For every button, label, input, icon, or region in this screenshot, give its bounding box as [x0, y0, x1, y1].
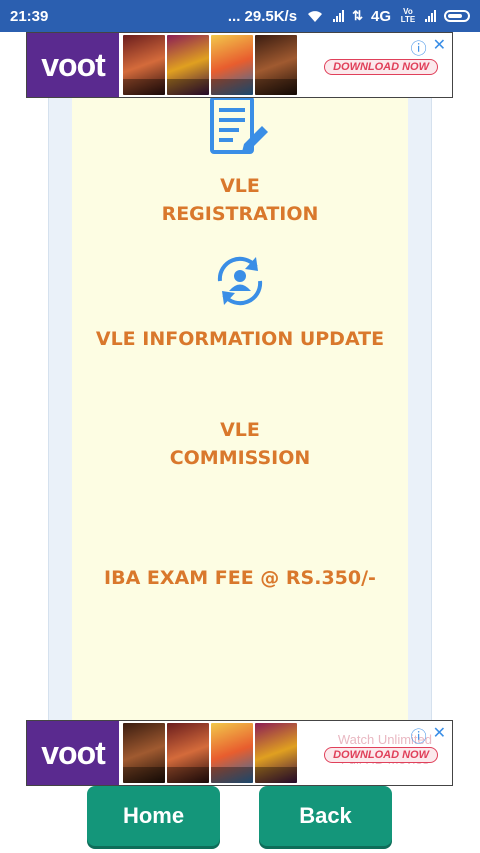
top-ad-banner[interactable]: voot ⓘ ✕ DOWNLOAD NOW [26, 32, 453, 98]
signal-icon [333, 10, 345, 22]
ad-close-icon[interactable]: ✕ [433, 35, 446, 59]
volte-icon: Vo LTE [400, 7, 416, 24]
ad-info-icon[interactable]: ⓘ [411, 35, 427, 59]
network-speed: ... 29.5K/s [227, 7, 298, 25]
back-button[interactable]: Back [259, 786, 392, 846]
ad-poster [123, 723, 165, 783]
ad-poster [167, 723, 209, 783]
ad-info-icon[interactable]: ⓘ [411, 723, 427, 747]
signal-icon-2 [425, 10, 436, 22]
ad-download-button[interactable]: DOWNLOAD NOW [324, 59, 438, 75]
ad-download-button[interactable]: DOWNLOAD NOW [324, 747, 438, 763]
ad-poster [255, 723, 297, 783]
ad-controls: ⓘ ✕ [411, 723, 446, 747]
vle-information-update-link[interactable]: VLE INFORMATION UPDATE [72, 325, 408, 353]
ad-poster [211, 723, 253, 783]
wifi-icon [308, 11, 323, 22]
iba-exam-fee-link[interactable]: IBA EXAM FEE @ RS.350/- [72, 564, 408, 592]
registration-line-1: VLE [220, 175, 260, 197]
ad-download-label: DOWNLOAD NOW [333, 749, 429, 761]
ad-poster [123, 35, 165, 95]
ad-posters [119, 722, 297, 784]
status-icons: ... 29.5K/s ⇅ 4G Vo LTE [228, 8, 470, 25]
vle-commission-link[interactable]: VLE COMMISSION [72, 416, 408, 472]
network-type: 4G [370, 7, 391, 25]
bottom-ad-banner[interactable]: voot Watch Unlimited Full HD Movies ⓘ ✕ … [26, 720, 453, 786]
vle-registration-link[interactable]: VLE REGISTRATION [72, 172, 408, 228]
ad-controls: ⓘ ✕ [411, 35, 446, 59]
status-time: 21:39 [10, 7, 49, 25]
home-button[interactable]: Home [87, 786, 220, 846]
ad-posters [119, 34, 297, 96]
registration-line-2: REGISTRATION [161, 203, 319, 225]
registration-form-icon[interactable] [208, 98, 270, 156]
ad-poster [167, 35, 209, 95]
data-arrows-icon: ⇅ [352, 8, 363, 23]
ad-poster [211, 35, 253, 95]
user-sync-icon[interactable] [212, 255, 268, 307]
battery-icon [444, 10, 470, 22]
voot-logo: voot [27, 33, 119, 97]
commission-line-1: VLE [220, 419, 260, 441]
status-bar: 21:39 ... 29.5K/s ⇅ 4G Vo LTE [0, 0, 480, 32]
ad-close-icon[interactable]: ✕ [433, 723, 446, 747]
ad-actions: Watch Unlimited Full HD Movies ⓘ ✕ DOWNL… [297, 721, 452, 785]
voot-logo: voot [27, 721, 119, 785]
ad-actions: ⓘ ✕ DOWNLOAD NOW [297, 33, 452, 97]
ad-download-label: DOWNLOAD NOW [333, 61, 429, 73]
commission-line-2: COMMISSION [169, 447, 311, 469]
ad-poster [255, 35, 297, 95]
